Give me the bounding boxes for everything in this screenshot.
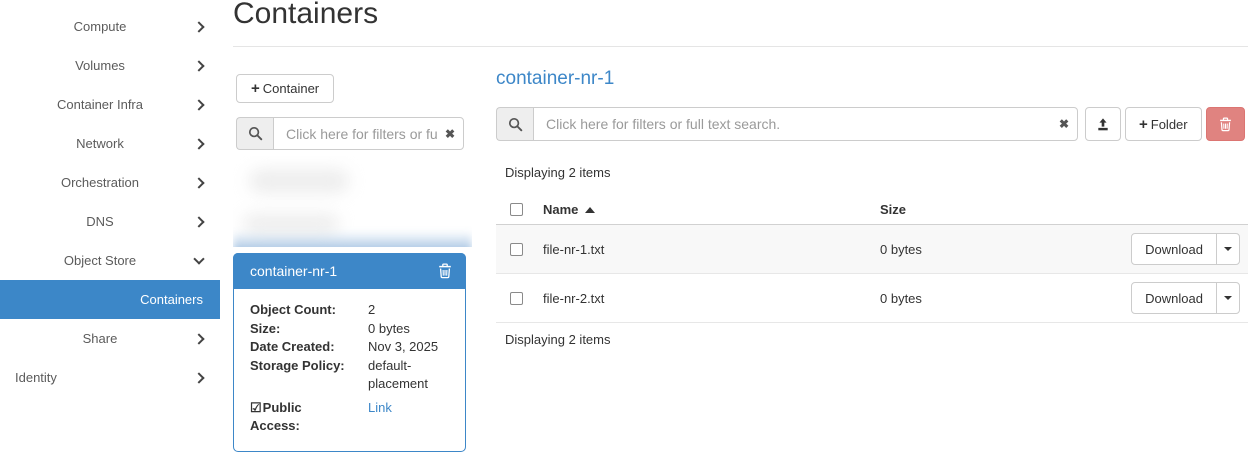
object-toolbar: ✖ + Folder [496,107,1245,141]
sidebar-item-label: Identity [15,370,220,385]
field-label: Object Count: [250,301,368,320]
sidebar-item-dns[interactable]: DNS [0,202,220,241]
clear-filter-icon[interactable]: ✖ [1059,118,1069,130]
sidebar-item-label: Share [0,331,200,346]
field-value: 2 [368,301,451,320]
plus-icon: + [1139,117,1148,132]
item-count-footer: Displaying 2 items [505,332,611,347]
column-header-name[interactable]: Name [543,202,880,217]
field-value: default-placement [368,357,451,394]
object-filter-input[interactable] [533,107,1078,141]
table-row: file-nr-2.txt 0 bytes Download [496,274,1248,323]
item-count: Displaying 2 items [505,165,611,180]
download-button[interactable]: Download [1131,282,1217,314]
sidebar-item-compute[interactable]: Compute [0,7,220,46]
search-icon [236,117,273,150]
object-filter: ✖ [496,107,1078,141]
container-detail-title: container-nr-1 [496,68,614,90]
sidebar-item-volumes[interactable]: Volumes [0,46,220,85]
sidebar-item-label: Orchestration [0,175,200,190]
create-container-label: Container [263,81,319,96]
blurred-text-placeholder [249,169,349,193]
field-value: 0 bytes [368,320,451,339]
sidebar-item-identity[interactable]: Identity [0,358,220,397]
container-filter-input[interactable] [273,117,464,150]
page-title: Containers [233,0,378,31]
sidebar-item-object-store[interactable]: Object Store [0,241,220,280]
public-access-link[interactable]: Link [368,399,451,436]
object-name[interactable]: file-nr-2.txt [543,291,880,306]
container-card-body: Object Count: 2 Size: 0 bytes Date Creat… [234,289,465,448]
sidebar-item-containers[interactable]: Containers [0,280,220,319]
header-divider [233,46,1248,47]
sidebar-item-label: Object Store [0,253,200,268]
select-all-checkbox[interactable] [510,203,523,216]
sidebar-item-label: Compute [0,19,200,34]
sidebar-item-network[interactable]: Network [0,124,220,163]
download-dropdown-toggle[interactable] [1216,282,1240,314]
object-size: 0 bytes [880,291,1131,306]
container-card: container-nr-1 Object Count: 2 Size: 0 b… [233,253,466,452]
card-field-public-access: ☑Public Access: Link [250,399,451,436]
sidebar-item-label: Containers [0,292,220,307]
sidebar-item-label: Network [0,136,200,151]
sidebar-item-label: DNS [0,214,200,229]
sort-asc-icon [585,207,595,213]
search-icon [496,107,533,141]
clear-filter-icon[interactable]: ✖ [445,128,455,140]
create-container-button[interactable]: + Container [236,74,334,103]
container-card-title: container-nr-1 [250,263,438,279]
caret-down-icon [1224,247,1232,251]
download-dropdown-toggle[interactable] [1216,233,1240,265]
card-field: Object Count: 2 [250,301,451,320]
trash-icon [1219,117,1232,132]
field-label: Date Created: [250,338,368,357]
caret-down-icon [1224,296,1232,300]
object-size: 0 bytes [880,242,1131,257]
card-field: Size: 0 bytes [250,320,451,339]
upload-icon [1095,117,1111,132]
field-label: Storage Policy: [250,357,368,394]
sidebar-item-container-infra[interactable]: Container Infra [0,85,220,124]
container-filter: ✖ [236,117,464,150]
sidebar: Compute Volumes Container Infra Network … [0,0,220,454]
download-button[interactable]: Download [1131,233,1217,265]
delete-selected-button[interactable] [1206,107,1245,141]
container-card-header[interactable]: container-nr-1 [233,253,466,289]
select-row-checkbox[interactable] [510,292,523,305]
field-value: Nov 3, 2025 [368,338,451,357]
checked-checkbox-icon: ☑ [250,400,262,415]
field-label: Size: [250,320,368,339]
select-row-checkbox[interactable] [510,243,523,256]
table-row: file-nr-1.txt 0 bytes Download [496,225,1248,274]
obscured-container-item [233,156,472,247]
sidebar-item-share[interactable]: Share [0,319,220,358]
card-field: Date Created: Nov 3, 2025 [250,338,451,357]
upload-file-button[interactable] [1085,107,1121,141]
blurred-selection-edge [233,231,472,247]
column-header-size[interactable]: Size [880,202,1240,217]
sidebar-item-label: Volumes [0,58,200,73]
create-folder-label: Folder [1151,117,1188,132]
object-table: Name Size file-nr-1.txt 0 bytes Download… [496,195,1248,323]
sidebar-item-orchestration[interactable]: Orchestration [0,163,220,202]
table-header-row: Name Size [496,195,1248,225]
delete-container-icon[interactable] [438,263,452,279]
card-field: Storage Policy: default-placement [250,357,451,394]
sidebar-item-label: Container Infra [0,97,200,112]
object-name[interactable]: file-nr-1.txt [543,242,880,257]
create-folder-button[interactable]: + Folder [1125,107,1202,141]
plus-icon: + [251,81,260,96]
